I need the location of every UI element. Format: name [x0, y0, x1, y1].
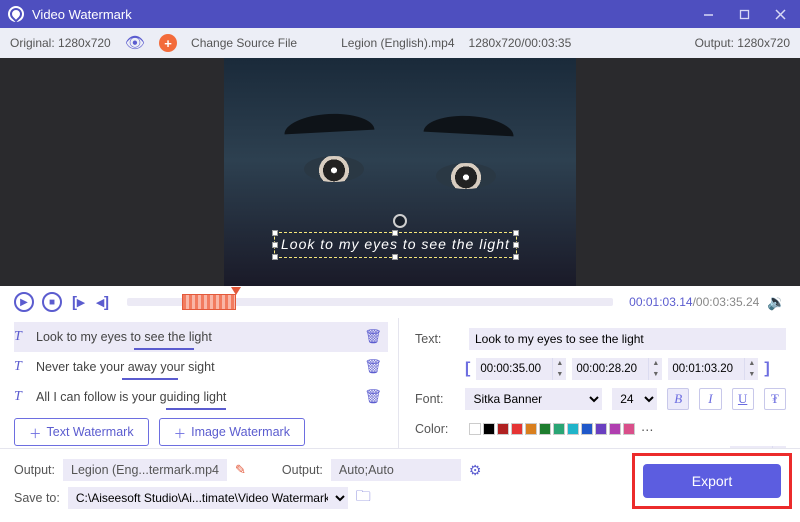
italic-button[interactable]: I — [699, 388, 721, 410]
spin-up[interactable]: ▲ — [552, 358, 566, 369]
app-logo-icon — [8, 6, 24, 22]
output-preset-value: Auto;Auto — [331, 459, 461, 481]
settings-icon[interactable]: ⚙ — [469, 462, 482, 479]
more-colors-icon[interactable]: ⋯ — [641, 422, 654, 437]
timecode: 00:01:03.14/00:03:35.24 — [629, 295, 759, 309]
playhead-icon[interactable] — [231, 287, 241, 295]
watermark-item-label: All I can follow is your guiding light — [36, 390, 356, 404]
change-source-button[interactable]: Change Source File — [191, 36, 297, 50]
time-end-input[interactable] — [668, 358, 744, 380]
app-title: Video Watermark — [32, 7, 132, 22]
color-swatch[interactable] — [623, 423, 635, 435]
delete-icon[interactable]: 🗑 — [364, 388, 382, 405]
spin-down[interactable]: ▼ — [552, 369, 566, 380]
text-type-icon: T — [14, 389, 28, 405]
spin-down[interactable]: ▼ — [744, 369, 758, 380]
text-label: Text: — [415, 332, 459, 346]
spin-down[interactable]: ▼ — [648, 369, 662, 380]
add-image-watermark-button[interactable]: ＋Image Watermark — [159, 418, 305, 446]
strike-button[interactable]: ₮ — [764, 388, 786, 410]
mark-in-button[interactable]: [▸ — [70, 293, 87, 311]
color-swatches: ⋯ — [469, 422, 654, 437]
timeline-slider[interactable] — [127, 298, 613, 306]
source-filename: Legion (English).mp4 — [341, 36, 454, 50]
stop-button[interactable]: ■ — [42, 292, 62, 312]
playback-controls: ▶ ■ [▸ ◂] 00:01:03.14/00:03:35.24 🔉 — [0, 286, 800, 318]
watermark-list: T Look to my eyes to see the light 🗑 T Neve… — [0, 318, 398, 448]
infobar: Original: 1280x720 👁 + Change Source Fil… — [0, 28, 800, 58]
watermark-overlay[interactable]: Look to my eyes to see the light — [274, 232, 517, 258]
play-button[interactable]: ▶ — [14, 292, 34, 312]
delete-icon[interactable]: 🗑 — [364, 328, 382, 345]
time-start-input[interactable] — [476, 358, 552, 380]
saveto-label: Save to: — [14, 491, 60, 505]
font-size-select[interactable]: 24 — [612, 388, 657, 410]
add-text-watermark-button[interactable]: ＋Text Watermark — [14, 418, 149, 446]
add-source-icon[interactable]: + — [159, 34, 177, 52]
timeline-selection[interactable] — [182, 294, 236, 310]
font-select[interactable]: Sitka Banner — [465, 388, 602, 410]
spin-up[interactable]: ▲ — [648, 358, 662, 369]
bracket-in-icon[interactable]: [ — [465, 360, 470, 378]
text-type-icon: T — [14, 329, 28, 345]
video-preview[interactable]: Look to my eyes to see the light — [0, 58, 800, 286]
color-swatch[interactable] — [595, 423, 607, 435]
text-type-icon: T — [14, 359, 28, 375]
rotate-handle-icon[interactable] — [393, 214, 407, 228]
saveto-select[interactable]: C:\Aiseesoft Studio\Ai...timate\Video Wa… — [68, 487, 348, 509]
color-swatch[interactable] — [539, 423, 551, 435]
watermark-item[interactable]: T Look to my eyes to see the light 🗑 — [14, 322, 388, 352]
titlebar: Video Watermark — [0, 0, 800, 28]
text-input[interactable] — [469, 328, 786, 350]
properties-panel: Text: [ ▲▼ ▲▼ ▲▼ ] Font: Sitka Banner 24… — [398, 318, 800, 448]
output-file-value: Legion (Eng...termark.mp4 — [63, 459, 227, 481]
preview-toggle-icon[interactable]: 👁 — [125, 33, 145, 53]
color-swatch[interactable] — [525, 423, 537, 435]
color-swatch[interactable] — [581, 423, 593, 435]
close-button[interactable] — [768, 4, 792, 24]
color-swatch[interactable] — [511, 423, 523, 435]
output-file-label: Output: — [14, 463, 55, 477]
watermark-item-label: Look to my eyes to see the light — [36, 330, 356, 344]
time-dur-input[interactable] — [572, 358, 648, 380]
watermark-item-label: Never take your away your sight — [36, 360, 356, 374]
color-swatch[interactable] — [469, 423, 481, 435]
color-swatch[interactable] — [567, 423, 579, 435]
underline-button[interactable]: U — [732, 388, 754, 410]
volume-icon[interactable]: 🔉 — [767, 293, 786, 311]
open-folder-icon[interactable]: 🗀 — [356, 486, 371, 511]
color-swatch[interactable] — [609, 423, 621, 435]
output-dims: Output: 1280x720 — [695, 36, 790, 50]
font-label: Font: — [415, 392, 455, 406]
source-dims-duration: 1280x720/00:03:35 — [469, 36, 572, 50]
delete-icon[interactable]: 🗑 — [364, 358, 382, 375]
spin-up[interactable]: ▲ — [744, 358, 758, 369]
edit-output-icon[interactable]: ✎ — [235, 462, 246, 478]
bold-button[interactable]: B — [667, 388, 689, 410]
watermark-overlay-text: Look to my eyes to see the light — [281, 236, 510, 252]
export-button[interactable]: Export — [643, 464, 781, 498]
watermark-item[interactable]: T Never take your away your sight 🗑 — [14, 352, 388, 382]
mark-out-button[interactable]: ◂] — [95, 293, 112, 311]
bracket-out-icon[interactable]: ] — [764, 360, 769, 378]
color-swatch[interactable] — [553, 423, 565, 435]
color-label: Color: — [415, 422, 459, 436]
color-swatch[interactable] — [497, 423, 509, 435]
export-highlight: Export — [632, 453, 792, 509]
maximize-button[interactable] — [732, 4, 756, 24]
minimize-button[interactable] — [696, 4, 720, 24]
color-swatch[interactable] — [483, 423, 495, 435]
bottom-bar: Output: Legion (Eng...termark.mp4 ✎ Outp… — [0, 448, 800, 522]
original-dims: Original: 1280x720 — [10, 36, 111, 50]
output-preset-label: Output: — [282, 463, 323, 477]
